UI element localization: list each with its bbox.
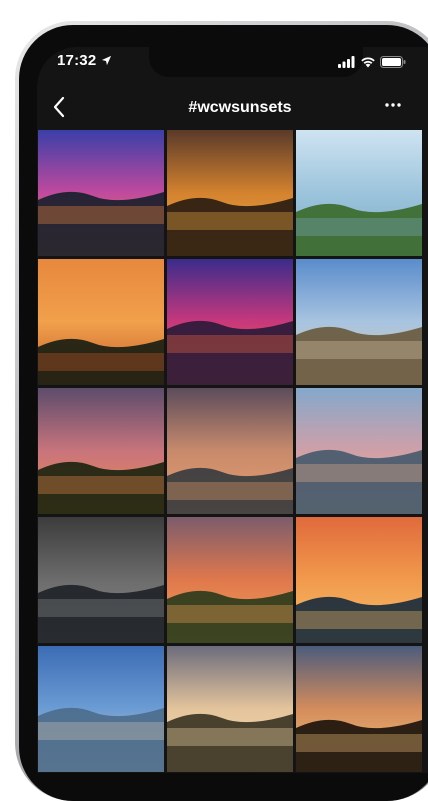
post-thumbnail[interactable]	[38, 259, 164, 385]
post-thumbnail[interactable]	[296, 130, 422, 256]
post-thumbnail[interactable]	[296, 388, 422, 514]
post-thumbnail[interactable]	[38, 517, 164, 643]
post-thumbnail[interactable]	[167, 517, 293, 643]
cellular-signal-icon	[338, 56, 355, 68]
post-thumbnail[interactable]	[167, 259, 293, 385]
post-thumbnail[interactable]	[167, 646, 293, 772]
more-options-button[interactable]	[380, 95, 406, 115]
battery-icon	[380, 56, 406, 68]
post-thumbnail[interactable]	[38, 130, 164, 256]
post-thumbnail[interactable]	[296, 259, 422, 385]
wifi-icon	[361, 57, 375, 68]
post-thumbnail[interactable]	[38, 646, 164, 772]
post-thumbnail[interactable]	[296, 517, 422, 643]
post-thumbnail[interactable]	[167, 388, 293, 514]
post-thumbnail[interactable]	[167, 130, 293, 256]
status-time: 17:32	[57, 52, 97, 69]
location-arrow-icon	[101, 55, 112, 66]
page-title: #wcwsunsets	[188, 99, 292, 116]
notch	[149, 47, 363, 77]
post-thumbnail[interactable]	[38, 388, 164, 514]
post-thumbnail[interactable]	[296, 646, 422, 772]
